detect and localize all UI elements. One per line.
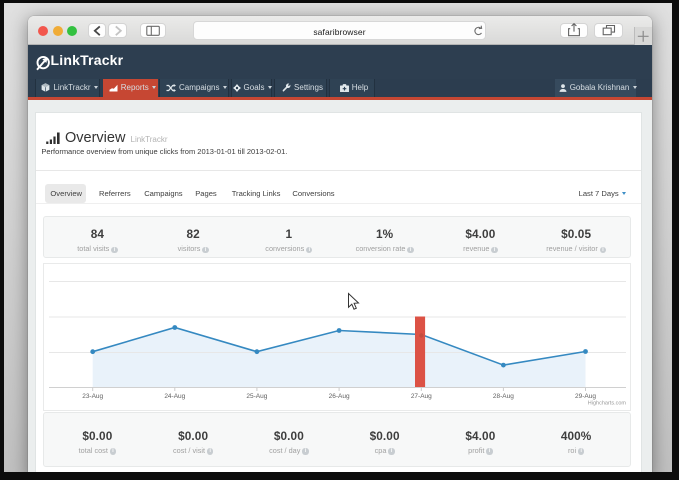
svg-text:26-Aug: 26-Aug xyxy=(328,393,349,400)
svg-text:23-Aug: 23-Aug xyxy=(82,393,103,400)
svg-text:27-Aug: 27-Aug xyxy=(410,393,431,400)
svg-text:25-Aug: 25-Aug xyxy=(246,393,267,400)
svg-text:Highcharts.com: Highcharts.com xyxy=(587,400,626,406)
svg-text:29-Aug: 29-Aug xyxy=(575,393,596,400)
svg-text:28-Aug: 28-Aug xyxy=(492,393,513,400)
svg-text:24-Aug: 24-Aug xyxy=(164,393,185,400)
